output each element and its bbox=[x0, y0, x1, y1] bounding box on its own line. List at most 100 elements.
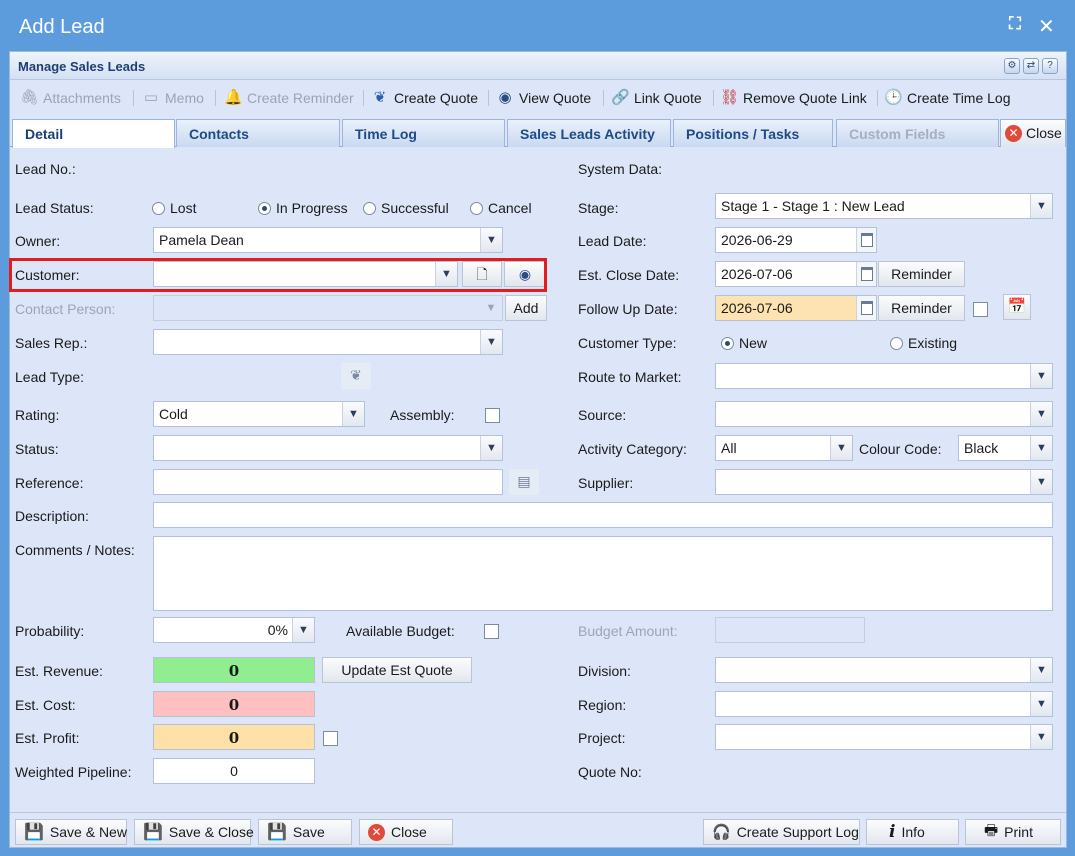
est-profit-checkbox[interactable] bbox=[323, 731, 338, 746]
tab-detail[interactable]: Detail bbox=[12, 119, 175, 148]
radio-icon bbox=[890, 337, 903, 350]
chevron-down-icon[interactable]: ▼ bbox=[830, 436, 852, 460]
chevron-down-icon[interactable]: ▼ bbox=[1030, 470, 1052, 494]
refresh-icon[interactable]: ⇄ bbox=[1023, 58, 1039, 74]
remove-quote-link-button[interactable]: ⛓ Remove Quote Link bbox=[720, 87, 867, 109]
add-customer-button[interactable]: 🗋 bbox=[462, 261, 502, 287]
view-quote-label: View Quote bbox=[519, 90, 592, 106]
budget-amount-input[interactable] bbox=[715, 617, 865, 643]
create-time-log-button[interactable]: 🕒 Create Time Log bbox=[884, 87, 1011, 109]
close-icon[interactable]: ✕ bbox=[1038, 14, 1055, 39]
comments-textarea[interactable] bbox=[153, 536, 1053, 611]
sales-rep-label: Sales Rep.: bbox=[15, 335, 88, 351]
chevron-down-icon[interactable]: ▼ bbox=[342, 402, 364, 426]
status-lost-radio[interactable]: Lost bbox=[152, 200, 196, 216]
supplier-select[interactable]: ▼ bbox=[715, 469, 1053, 495]
create-quote-button[interactable]: ❦ Create Quote bbox=[371, 87, 478, 109]
contact-person-select[interactable]: ▼ bbox=[153, 295, 503, 321]
status-successful-label: Successful bbox=[381, 200, 449, 216]
status-select[interactable]: ▼ bbox=[153, 435, 503, 461]
follow-up-checkbox[interactable] bbox=[973, 302, 988, 317]
chevron-down-icon[interactable]: ▼ bbox=[480, 436, 502, 460]
tab-strip: Detail Contacts Time Log Sales Leads Act… bbox=[10, 119, 1066, 148]
chevron-down-icon[interactable]: ▼ bbox=[1030, 725, 1052, 749]
tab-custom-fields[interactable]: Custom Fields bbox=[836, 119, 999, 147]
chevron-down-icon[interactable]: ▼ bbox=[1030, 402, 1052, 426]
calendar-icon[interactable] bbox=[856, 228, 876, 252]
lead-date-value: 2026-06-29 bbox=[721, 232, 793, 248]
chevron-down-icon[interactable]: ▼ bbox=[1030, 364, 1052, 388]
create-reminder-label: Create Reminder bbox=[247, 90, 354, 106]
chevron-down-icon[interactable]: ▼ bbox=[480, 330, 502, 354]
gear-icon[interactable]: ⚙ bbox=[1004, 58, 1020, 74]
chevron-down-icon[interactable]: ▼ bbox=[1030, 692, 1052, 716]
lead-type-icon-button[interactable]: ❦ bbox=[341, 363, 371, 389]
est-close-reminder-button[interactable]: Reminder bbox=[878, 261, 965, 287]
info-button[interactable]: i Info bbox=[866, 819, 959, 845]
save-close-label: Save & Close bbox=[168, 824, 254, 840]
schedule-calendar-icon[interactable]: 📅 bbox=[1003, 294, 1031, 320]
print-button[interactable]: 🖶 Print bbox=[965, 819, 1061, 845]
owner-select[interactable]: Pamela Dean ▼ bbox=[153, 227, 503, 253]
probability-select[interactable]: 0% ▼ bbox=[153, 617, 315, 643]
save-close-button[interactable]: 💾 Save & Close bbox=[134, 819, 254, 845]
customer-type-new-radio[interactable]: New bbox=[721, 335, 767, 351]
link-quote-button[interactable]: 🔗 Link Quote bbox=[611, 87, 702, 109]
lead-date-input[interactable]: 2026-06-29 bbox=[715, 227, 877, 253]
est-close-date-label: Est. Close Date: bbox=[578, 267, 680, 283]
chevron-down-icon[interactable]: ▼ bbox=[292, 618, 314, 642]
probability-label: Probability: bbox=[15, 623, 85, 639]
route-to-market-select[interactable]: ▼ bbox=[715, 363, 1053, 389]
source-select[interactable]: ▼ bbox=[715, 401, 1053, 427]
est-close-date-input[interactable]: 2026-07-06 bbox=[715, 261, 877, 287]
close-button[interactable]: ✕ Close bbox=[359, 819, 453, 845]
tab-sales-leads-activity[interactable]: Sales Leads Activity bbox=[507, 119, 671, 147]
tab-contacts[interactable]: Contacts bbox=[176, 119, 340, 147]
activity-category-select[interactable]: All ▼ bbox=[715, 435, 853, 461]
chevron-down-icon[interactable]: ▼ bbox=[435, 262, 457, 286]
rating-select[interactable]: Cold ▼ bbox=[153, 401, 365, 427]
available-budget-checkbox[interactable] bbox=[484, 624, 499, 639]
lead-no-label: Lead No.: bbox=[15, 161, 76, 177]
tab-close-button[interactable]: ✕ Close bbox=[1000, 119, 1066, 147]
view-customer-button[interactable]: ◉ bbox=[504, 261, 546, 287]
calendar-icon[interactable] bbox=[856, 262, 876, 286]
status-successful-radio[interactable]: Successful bbox=[363, 200, 449, 216]
division-select[interactable]: ▼ bbox=[715, 657, 1053, 683]
save-button[interactable]: 💾 Save bbox=[258, 819, 352, 845]
attachments-button[interactable]: 🖇 Attachments bbox=[20, 87, 121, 109]
chevron-down-icon[interactable]: ▼ bbox=[480, 228, 502, 252]
create-support-log-button[interactable]: 🎧 Create Support Log bbox=[703, 819, 860, 845]
customer-type-existing-radio[interactable]: Existing bbox=[890, 335, 957, 351]
status-in-progress-radio[interactable]: In Progress bbox=[258, 200, 348, 216]
reference-lookup-button[interactable]: ▤ bbox=[509, 469, 539, 495]
sales-rep-select[interactable]: ▼ bbox=[153, 329, 503, 355]
chevron-down-icon[interactable]: ▼ bbox=[480, 296, 502, 320]
update-est-quote-button[interactable]: Update Est Quote bbox=[322, 657, 472, 683]
customer-select[interactable]: ▼ bbox=[153, 261, 458, 287]
colour-code-select[interactable]: Black ▼ bbox=[958, 435, 1053, 461]
memo-button[interactable]: ▭ Memo bbox=[142, 87, 204, 109]
status-cancel-radio[interactable]: Cancel bbox=[470, 200, 532, 216]
bell-icon: 🔔 bbox=[224, 89, 243, 106]
help-icon[interactable]: ? bbox=[1042, 58, 1058, 74]
calendar-icon[interactable] bbox=[856, 296, 876, 320]
tab-time-log[interactable]: Time Log bbox=[342, 119, 505, 147]
save-new-button[interactable]: 💾 Save & New bbox=[15, 819, 127, 845]
maximize-icon[interactable]: ⛶ bbox=[1009, 14, 1021, 34]
view-quote-button[interactable]: ◉ View Quote bbox=[496, 87, 591, 109]
description-input[interactable] bbox=[153, 502, 1053, 528]
create-reminder-button[interactable]: 🔔 Create Reminder bbox=[224, 87, 354, 109]
chevron-down-icon[interactable]: ▼ bbox=[1030, 436, 1052, 460]
add-contact-button[interactable]: Add bbox=[505, 295, 547, 321]
chevron-down-icon[interactable]: ▼ bbox=[1030, 194, 1052, 218]
chevron-down-icon[interactable]: ▼ bbox=[1030, 658, 1052, 682]
assembly-checkbox[interactable] bbox=[485, 408, 500, 423]
follow-up-reminder-button[interactable]: Reminder bbox=[878, 295, 965, 321]
project-select[interactable]: ▼ bbox=[715, 724, 1053, 750]
stage-select[interactable]: Stage 1 - Stage 1 : New Lead ▼ bbox=[715, 193, 1053, 219]
reference-input[interactable] bbox=[153, 469, 503, 495]
tab-positions-tasks[interactable]: Positions / Tasks bbox=[673, 119, 833, 147]
follow-up-date-input[interactable]: 2026-07-06 bbox=[715, 295, 877, 321]
region-select[interactable]: ▼ bbox=[715, 691, 1053, 717]
